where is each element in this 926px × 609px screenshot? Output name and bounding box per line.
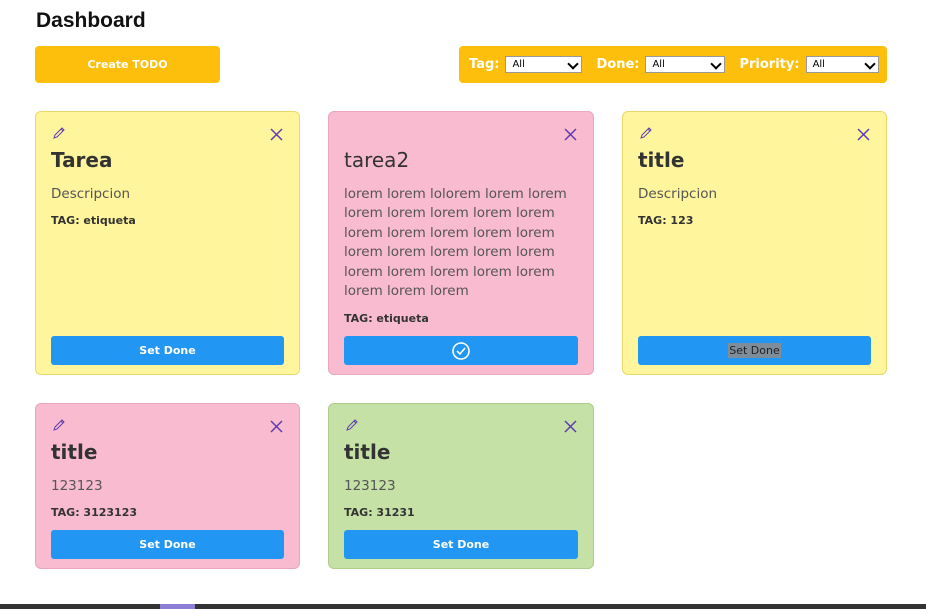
close-icon[interactable] bbox=[269, 127, 284, 142]
done-check-button[interactable] bbox=[344, 336, 578, 365]
card-title: title bbox=[638, 148, 685, 172]
tag-filter-select[interactable]: All bbox=[505, 56, 583, 73]
todo-card: title 123123 TAG: 31231 Set Done bbox=[328, 403, 594, 569]
done-filter-select[interactable]: All bbox=[645, 56, 726, 73]
card-tag: TAG: etiqueta bbox=[51, 214, 136, 227]
create-todo-button[interactable]: Create TODO bbox=[35, 46, 220, 83]
set-done-button[interactable]: Set Done bbox=[51, 530, 284, 559]
set-done-button[interactable]: Set Done bbox=[51, 336, 284, 365]
taskbar-strip bbox=[0, 604, 926, 609]
card-description: Descripcion bbox=[638, 186, 718, 202]
pencil-icon[interactable] bbox=[639, 126, 653, 140]
set-done-button[interactable]: Set Done bbox=[344, 530, 578, 559]
done-filter-label: Done: bbox=[596, 57, 640, 72]
todo-card: Tarea Descripcion TAG: etiqueta Set Done bbox=[35, 111, 300, 375]
close-icon[interactable] bbox=[269, 419, 284, 434]
card-description: Descripcion bbox=[51, 186, 131, 202]
todo-card: title 123123 TAG: 3123123 Set Done bbox=[35, 403, 300, 569]
chevron-down-icon bbox=[863, 58, 876, 70]
pencil-icon[interactable] bbox=[52, 418, 66, 432]
card-description: lorem lorem lolorem lorem lorem lorem lo… bbox=[344, 186, 567, 300]
card-tag: TAG: 123 bbox=[638, 214, 694, 227]
priority-filter-value: All bbox=[812, 59, 825, 70]
pencil-icon[interactable] bbox=[52, 126, 66, 140]
page-title: Dashboard bbox=[36, 9, 146, 32]
close-icon[interactable] bbox=[563, 127, 578, 142]
priority-filter-select[interactable]: All bbox=[805, 56, 879, 73]
set-done-button[interactable]: Set Done bbox=[638, 336, 871, 365]
todo-card: title Descripcion TAG: 123 Set Done bbox=[622, 111, 887, 375]
pencil-icon[interactable] bbox=[345, 418, 359, 432]
tag-filter-label: Tag: bbox=[469, 57, 500, 72]
card-description: 123123 bbox=[344, 478, 396, 494]
card-tag: TAG: etiqueta bbox=[344, 312, 429, 325]
done-filter-value: All bbox=[652, 59, 665, 70]
priority-filter-label: Priority: bbox=[739, 57, 800, 72]
chevron-down-icon bbox=[567, 58, 580, 70]
card-title: Tarea bbox=[51, 148, 113, 172]
close-icon[interactable] bbox=[856, 127, 871, 142]
close-icon[interactable] bbox=[563, 419, 578, 434]
chevron-down-icon bbox=[710, 58, 723, 70]
tag-filter-value: All bbox=[512, 59, 525, 70]
set-done-label: Set Done bbox=[728, 343, 781, 358]
card-tag: TAG: 31231 bbox=[344, 506, 415, 519]
check-circle-icon bbox=[452, 341, 470, 360]
card-title: title bbox=[344, 440, 391, 464]
card-title: title bbox=[51, 440, 98, 464]
card-title: tarea2 bbox=[344, 148, 410, 172]
taskbar-segment bbox=[160, 604, 195, 609]
filter-bar: Tag: All Done: All Priority: All bbox=[459, 46, 887, 83]
card-tag: TAG: 3123123 bbox=[51, 506, 137, 519]
todo-card: tarea2 lorem lorem lolorem lorem lorem l… bbox=[328, 111, 594, 375]
card-description: 123123 bbox=[51, 478, 103, 494]
